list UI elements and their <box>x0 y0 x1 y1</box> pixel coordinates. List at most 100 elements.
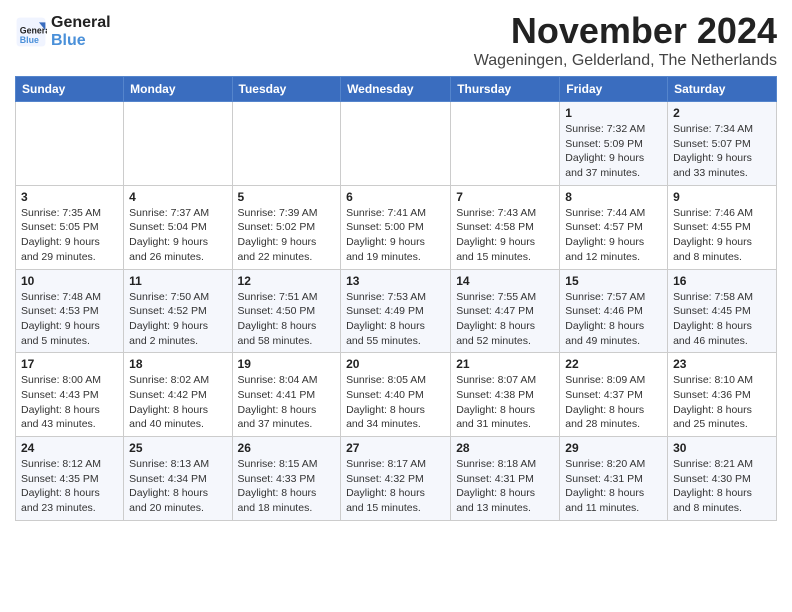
calendar-cell: 26Sunrise: 8:15 AM Sunset: 4:33 PM Dayli… <box>232 437 341 521</box>
calendar-cell <box>232 102 341 186</box>
day-number: 13 <box>346 274 445 288</box>
day-info: Sunrise: 8:13 AM Sunset: 4:34 PM Dayligh… <box>129 457 226 516</box>
day-number: 15 <box>565 274 662 288</box>
calendar: SundayMondayTuesdayWednesdayThursdayFrid… <box>15 76 777 521</box>
day-info: Sunrise: 8:04 AM Sunset: 4:41 PM Dayligh… <box>238 373 336 432</box>
header-day-monday: Monday <box>124 77 232 102</box>
calendar-cell: 7 Sunrise: 7:43 AM Sunset: 4:58 PM Daylig… <box>451 185 560 269</box>
calendar-header: SundayMondayTuesdayWednesdayThursdayFrid… <box>16 77 777 102</box>
calendar-cell: 5 Sunrise: 7:39 AM Sunset: 5:02 PM Daylig… <box>232 185 341 269</box>
day-number: 25 <box>129 441 226 455</box>
day-info: Sunrise: 7:41 AM Sunset: 5:00 PM Dayligh… <box>346 206 445 265</box>
day-number: 20 <box>346 357 445 371</box>
day-info: Sunrise: 8:02 AM Sunset: 4:42 PM Dayligh… <box>129 373 226 432</box>
day-number: 12 <box>238 274 336 288</box>
day-info: Sunrise: 8:00 AM Sunset: 4:43 PM Dayligh… <box>21 373 118 432</box>
day-number: 24 <box>21 441 118 455</box>
week-row-2: 10 Sunrise: 7:48 AM Sunset: 4:53 PM Dayli… <box>16 269 777 353</box>
day-number: 17 <box>21 357 118 371</box>
calendar-cell: 19 Sunrise: 8:04 AM Sunset: 4:41 PM Dayli… <box>232 353 341 437</box>
day-info: Sunrise: 7:50 AM Sunset: 4:52 PM Dayligh… <box>129 290 226 349</box>
month-title: November 2024 <box>474 10 777 52</box>
day-info: Sunrise: 7:44 AM Sunset: 4:57 PM Dayligh… <box>565 206 662 265</box>
day-info: Sunrise: 7:35 AM Sunset: 5:05 PM Dayligh… <box>21 206 118 265</box>
calendar-cell: 28 Sunrise: 8:18 AM Sunset: 4:31 PM Dayli… <box>451 437 560 521</box>
day-number: 19 <box>238 357 336 371</box>
day-number: 30 <box>673 441 771 455</box>
day-info: Sunrise: 8:07 AM Sunset: 4:38 PM Dayligh… <box>456 373 554 432</box>
calendar-cell: 16 Sunrise: 7:58 AM Sunset: 4:45 PM Dayli… <box>668 269 777 353</box>
calendar-cell <box>451 102 560 186</box>
calendar-cell: 12 Sunrise: 7:51 AM Sunset: 4:50 PM Dayli… <box>232 269 341 353</box>
day-info: Sunrise: 8:20 AM Sunset: 4:31 PM Dayligh… <box>565 457 662 516</box>
day-number: 10 <box>21 274 118 288</box>
header: General Blue General Blue November 2024 … <box>15 10 777 70</box>
day-number: 9 <box>673 190 771 204</box>
logo: General Blue General Blue <box>15 14 111 50</box>
day-number: 11 <box>129 274 226 288</box>
calendar-cell: 2 Sunrise: 7:34 AM Sunset: 5:07 PM Daylig… <box>668 102 777 186</box>
calendar-cell: 29 Sunrise: 8:20 AM Sunset: 4:31 PM Dayli… <box>560 437 668 521</box>
day-number: 26 <box>238 441 336 455</box>
day-info: Sunrise: 7:55 AM Sunset: 4:47 PM Dayligh… <box>456 290 554 349</box>
day-info: Sunrise: 8:18 AM Sunset: 4:31 PM Dayligh… <box>456 457 554 516</box>
day-info: Sunrise: 7:46 AM Sunset: 4:55 PM Dayligh… <box>673 206 771 265</box>
calendar-cell: 8 Sunrise: 7:44 AM Sunset: 4:57 PM Daylig… <box>560 185 668 269</box>
calendar-cell: 17 Sunrise: 8:00 AM Sunset: 4:43 PM Dayli… <box>16 353 124 437</box>
day-number: 16 <box>673 274 771 288</box>
day-number: 29 <box>565 441 662 455</box>
calendar-cell: 11 Sunrise: 7:50 AM Sunset: 4:52 PM Dayli… <box>124 269 232 353</box>
day-number: 2 <box>673 106 771 120</box>
calendar-cell: 23Sunrise: 8:10 AM Sunset: 4:36 PM Dayli… <box>668 353 777 437</box>
calendar-cell: 10 Sunrise: 7:48 AM Sunset: 4:53 PM Dayli… <box>16 269 124 353</box>
svg-text:Blue: Blue <box>20 35 39 45</box>
calendar-cell: 24 Sunrise: 8:12 AM Sunset: 4:35 PM Dayli… <box>16 437 124 521</box>
day-number: 18 <box>129 357 226 371</box>
calendar-cell: 20 Sunrise: 8:05 AM Sunset: 4:40 PM Dayli… <box>341 353 451 437</box>
location-title: Wageningen, Gelderland, The Netherlands <box>474 52 777 70</box>
header-day-saturday: Saturday <box>668 77 777 102</box>
day-info: Sunrise: 8:21 AM Sunset: 4:30 PM Dayligh… <box>673 457 771 516</box>
calendar-cell: 22Sunrise: 8:09 AM Sunset: 4:37 PM Dayli… <box>560 353 668 437</box>
day-info: Sunrise: 7:37 AM Sunset: 5:04 PM Dayligh… <box>129 206 226 265</box>
day-info: Sunrise: 7:48 AM Sunset: 4:53 PM Dayligh… <box>21 290 118 349</box>
day-number: 8 <box>565 190 662 204</box>
calendar-cell: 27 Sunrise: 8:17 AM Sunset: 4:32 PM Dayli… <box>341 437 451 521</box>
calendar-cell: 3Sunrise: 7:35 AM Sunset: 5:05 PM Daylig… <box>16 185 124 269</box>
day-info: Sunrise: 7:51 AM Sunset: 4:50 PM Dayligh… <box>238 290 336 349</box>
week-row-1: 3Sunrise: 7:35 AM Sunset: 5:05 PM Daylig… <box>16 185 777 269</box>
title-block: November 2024 Wageningen, Gelderland, Th… <box>474 10 777 70</box>
calendar-cell <box>16 102 124 186</box>
day-info: Sunrise: 7:39 AM Sunset: 5:02 PM Dayligh… <box>238 206 336 265</box>
day-info: Sunrise: 7:43 AM Sunset: 4:58 PM Dayligh… <box>456 206 554 265</box>
day-number: 27 <box>346 441 445 455</box>
calendar-cell: 9 Sunrise: 7:46 AM Sunset: 4:55 PM Daylig… <box>668 185 777 269</box>
header-row: SundayMondayTuesdayWednesdayThursdayFrid… <box>16 77 777 102</box>
day-number: 14 <box>456 274 554 288</box>
calendar-cell: 21 Sunrise: 8:07 AM Sunset: 4:38 PM Dayli… <box>451 353 560 437</box>
day-info: Sunrise: 8:09 AM Sunset: 4:37 PM Dayligh… <box>565 373 662 432</box>
day-number: 5 <box>238 190 336 204</box>
day-number: 21 <box>456 357 554 371</box>
day-number: 28 <box>456 441 554 455</box>
header-day-friday: Friday <box>560 77 668 102</box>
logo-line2: Blue <box>51 32 111 50</box>
day-info: Sunrise: 7:58 AM Sunset: 4:45 PM Dayligh… <box>673 290 771 349</box>
day-info: Sunrise: 8:17 AM Sunset: 4:32 PM Dayligh… <box>346 457 445 516</box>
day-number: 23 <box>673 357 771 371</box>
day-info: Sunrise: 7:57 AM Sunset: 4:46 PM Dayligh… <box>565 290 662 349</box>
day-number: 4 <box>129 190 226 204</box>
header-day-thursday: Thursday <box>451 77 560 102</box>
day-info: Sunrise: 8:05 AM Sunset: 4:40 PM Dayligh… <box>346 373 445 432</box>
logo-icon: General Blue <box>15 16 47 48</box>
header-day-wednesday: Wednesday <box>341 77 451 102</box>
day-info: Sunrise: 7:53 AM Sunset: 4:49 PM Dayligh… <box>346 290 445 349</box>
calendar-cell <box>124 102 232 186</box>
day-number: 7 <box>456 190 554 204</box>
calendar-cell: 25 Sunrise: 8:13 AM Sunset: 4:34 PM Dayli… <box>124 437 232 521</box>
day-info: Sunrise: 8:12 AM Sunset: 4:35 PM Dayligh… <box>21 457 118 516</box>
header-day-sunday: Sunday <box>16 77 124 102</box>
logo-line1: General <box>51 14 111 32</box>
day-info: Sunrise: 7:34 AM Sunset: 5:07 PM Dayligh… <box>673 122 771 181</box>
calendar-cell: 1Sunrise: 7:32 AM Sunset: 5:09 PM Daylig… <box>560 102 668 186</box>
